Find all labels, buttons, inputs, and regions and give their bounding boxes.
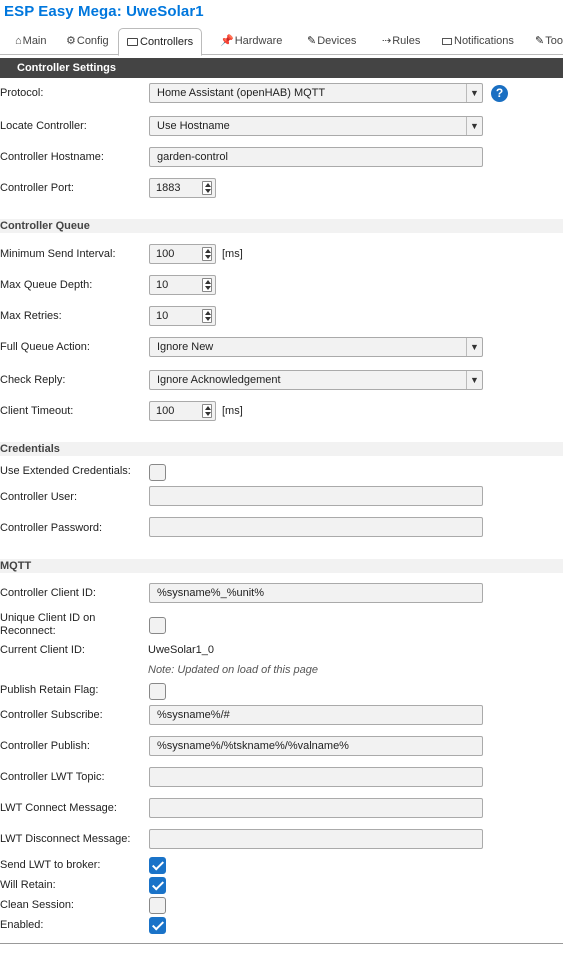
current-client-id-value: UweSolar1_0 <box>148 644 215 656</box>
unique-client-id-checkbox[interactable] <box>149 617 166 634</box>
section-controller-queue: Controller Queue <box>0 219 563 233</box>
client-id-label: Controller Client ID: <box>0 587 96 599</box>
client-timeout-stepper[interactable]: 100 <box>149 401 216 421</box>
full-queue-action-select[interactable]: Ignore New ▼ <box>149 337 483 357</box>
home-icon: ⌂ <box>15 35 22 47</box>
help-icon[interactable]: ? <box>491 85 508 102</box>
retain-flag-checkbox[interactable] <box>149 683 166 700</box>
min-send-interval-unit: [ms] <box>222 248 243 260</box>
spinner-icon[interactable] <box>202 278 212 292</box>
lwt-topic-label: Controller LWT Topic: <box>0 771 105 783</box>
section-mqtt: MQTT <box>0 559 563 573</box>
subscribe-label: Controller Subscribe: <box>0 709 103 721</box>
enabled-label: Enabled: <box>0 919 44 931</box>
enabled-checkbox[interactable] <box>149 917 166 934</box>
chevron-down-icon: ▼ <box>466 338 482 356</box>
controller-password-label: Controller Password: <box>0 522 103 534</box>
tab-hardware[interactable]: 📌Hardware <box>217 28 285 55</box>
tab-config[interactable]: ⚙Config <box>63 28 112 55</box>
spinner-icon[interactable] <box>202 181 212 195</box>
comment-icon <box>127 38 138 46</box>
controller-settings-header: Controller Settings <box>0 58 563 78</box>
chevron-down-icon: ▼ <box>466 117 482 135</box>
tab-rules[interactable]: ⇢Rules <box>379 28 423 55</box>
publish-input[interactable]: %sysname%/%tskname%/%valname% <box>149 736 483 756</box>
client-timeout-unit: [ms] <box>222 405 243 417</box>
tab-devices[interactable]: ✎Devices <box>304 28 359 55</box>
max-queue-depth-label: Max Queue Depth: <box>0 279 93 291</box>
chevron-down-icon: ▼ <box>466 84 482 102</box>
spinner-icon[interactable] <box>202 247 212 261</box>
send-lwt-label: Send LWT to broker: <box>0 859 101 871</box>
min-send-interval-label: Minimum Send Interval: <box>0 248 116 260</box>
max-retries-label: Max Retries: <box>0 310 62 322</box>
lwt-topic-input[interactable] <box>149 767 483 787</box>
hostname-label: Controller Hostname: <box>0 151 104 163</box>
gear-icon: ⚙ <box>66 35 76 47</box>
subscribe-input[interactable]: %sysname%/# <box>149 705 483 725</box>
port-stepper[interactable]: 1883 <box>149 178 216 198</box>
min-send-interval-stepper[interactable]: 100 <box>149 244 216 264</box>
unique-client-id-label: Unique Client ID on Reconnect: <box>0 612 96 637</box>
divider <box>0 943 563 944</box>
envelope-icon <box>442 38 452 45</box>
will-retain-checkbox[interactable] <box>149 877 166 894</box>
tab-notifications[interactable]: Notifications <box>439 28 517 55</box>
client-id-input[interactable]: %sysname%_%unit% <box>149 583 483 603</box>
pushpin-icon: 📌 <box>220 35 234 47</box>
send-lwt-checkbox[interactable] <box>149 857 166 874</box>
page-title: ESP Easy Mega: UweSolar1 <box>4 3 204 20</box>
controller-user-input[interactable] <box>149 486 483 506</box>
publish-label: Controller Publish: <box>0 740 90 752</box>
section-credentials: Credentials <box>0 442 563 456</box>
hostname-input[interactable]: garden-control <box>149 147 483 167</box>
port-label: Controller Port: <box>0 182 74 194</box>
current-client-id-label: Current Client ID: <box>0 644 85 656</box>
tab-controllers[interactable]: Controllers <box>118 28 203 56</box>
clean-session-checkbox[interactable] <box>149 897 166 914</box>
protocol-label: Protocol: <box>0 87 44 99</box>
full-queue-action-label: Full Queue Action: <box>0 341 90 353</box>
max-queue-depth-stepper[interactable]: 10 <box>149 275 216 295</box>
arrow-right-icon: ⇢ <box>382 35 392 47</box>
controller-password-input[interactable] <box>149 517 483 537</box>
current-client-id-note: Note: Updated on load of this page <box>148 664 319 676</box>
client-timeout-label: Client Timeout: <box>0 405 74 417</box>
chevron-down-icon: ▼ <box>466 371 482 389</box>
controller-user-label: Controller User: <box>0 491 78 503</box>
tab-main[interactable]: ⌂Main <box>12 28 50 55</box>
spinner-icon[interactable] <box>202 309 212 323</box>
pen-icon: ✎ <box>307 35 317 47</box>
protocol-select[interactable]: Home Assistant (openHAB) MQTT ▼ <box>149 83 483 103</box>
pencil-icon: ✎ <box>535 35 545 47</box>
clean-session-label: Clean Session: <box>0 899 74 911</box>
tab-tools[interactable]: ✎Too <box>532 28 563 55</box>
lwt-disconnect-input[interactable] <box>149 829 483 849</box>
lwt-disconnect-label: LWT Disconnect Message: <box>0 833 131 845</box>
lwt-connect-label: LWT Connect Message: <box>0 802 117 814</box>
spinner-icon[interactable] <box>202 404 212 418</box>
locate-controller-label: Locate Controller: <box>0 120 87 132</box>
tab-bar: ⌂Main ⚙Config Controllers 📌Hardware ✎Dev… <box>0 28 563 56</box>
max-retries-stepper[interactable]: 10 <box>149 306 216 326</box>
check-reply-select[interactable]: Ignore Acknowledgement ▼ <box>149 370 483 390</box>
will-retain-label: Will Retain: <box>0 879 56 891</box>
extended-credentials-label: Use Extended Credentials: <box>0 465 131 477</box>
locate-controller-select[interactable]: Use Hostname ▼ <box>149 116 483 136</box>
check-reply-label: Check Reply: <box>0 374 66 386</box>
lwt-connect-input[interactable] <box>149 798 483 818</box>
retain-flag-label: Publish Retain Flag: <box>0 684 99 696</box>
extended-credentials-checkbox[interactable] <box>149 464 166 481</box>
